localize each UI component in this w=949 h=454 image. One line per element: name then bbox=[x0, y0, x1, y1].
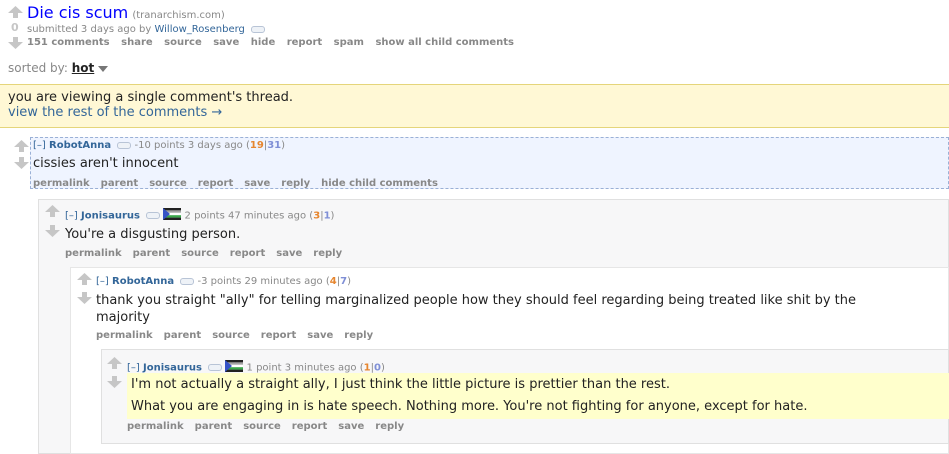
sort-label: sorted by: bbox=[8, 61, 68, 75]
comment-buttons: permalink parent source report save reply bbox=[96, 330, 384, 341]
comment-tagline: [–] RobotAnna -10 points 3 days ago (19|… bbox=[33, 140, 286, 151]
report-button[interactable]: report bbox=[292, 421, 327, 432]
comment-author-link[interactable]: RobotAnna bbox=[49, 140, 111, 151]
reply-button[interactable]: reply bbox=[281, 178, 310, 189]
comment-paragraph: I'm not actually a straight ally, I just… bbox=[131, 377, 670, 392]
report-button[interactable]: report bbox=[287, 37, 322, 48]
source-button[interactable]: source bbox=[181, 248, 219, 259]
downvote-count: 1 bbox=[323, 210, 331, 222]
report-button[interactable]: report bbox=[261, 330, 296, 341]
comment-buttons: permalink parent source report save reply hide… bbox=[33, 178, 449, 189]
downvote-count: 0 bbox=[373, 362, 381, 374]
reply-button[interactable]: reply bbox=[313, 248, 342, 259]
report-button[interactable]: report bbox=[230, 248, 265, 259]
post-title-link[interactable]: Die cis scum bbox=[27, 3, 128, 22]
post-buttons: 151 comments share source save hide repo… bbox=[27, 37, 522, 48]
sort-dropdown[interactable]: hot bbox=[72, 61, 95, 75]
comment-downvote-icon[interactable] bbox=[45, 225, 60, 241]
upvote-arrow-icon[interactable] bbox=[8, 6, 23, 20]
hide-button[interactable]: hide bbox=[251, 37, 276, 48]
comment-buttons: permalink parent source report save reply bbox=[127, 421, 415, 432]
post-domain[interactable]: (tranarchism.com) bbox=[132, 10, 224, 21]
comment-tagline: [–] RobotAnna -3 points 29 minutes ago (… bbox=[96, 276, 351, 287]
post-tagline-prefix: submitted 3 days ago by bbox=[27, 24, 152, 35]
comment-tagline: [–] Jonisaurus 2 points 47 minutes ago (… bbox=[65, 208, 334, 223]
comment-downvote-icon[interactable] bbox=[14, 157, 29, 173]
upvote-count: 4 bbox=[329, 276, 337, 287]
report-button[interactable]: report bbox=[198, 178, 233, 189]
message-icon[interactable] bbox=[251, 25, 266, 33]
downvote-count: 7 bbox=[340, 276, 348, 287]
comment-points: 1 point 3 minutes ago bbox=[246, 362, 357, 374]
comment-upvote-icon[interactable] bbox=[45, 205, 60, 221]
comment-body: You're a disgusting person. bbox=[65, 227, 241, 242]
reply-button[interactable]: reply bbox=[344, 330, 373, 341]
save-button[interactable]: save bbox=[244, 178, 270, 189]
comment-downvote-icon[interactable] bbox=[107, 376, 122, 392]
collapse-toggle[interactable]: [–] bbox=[96, 276, 109, 287]
comment-buttons: permalink parent source report save reply bbox=[65, 248, 353, 259]
message-icon[interactable] bbox=[146, 212, 161, 219]
view-rest-link[interactable]: view the rest of the comments → bbox=[8, 105, 941, 120]
hide-child-comments-button[interactable]: hide child comments bbox=[321, 178, 438, 189]
source-button[interactable]: source bbox=[212, 330, 250, 341]
comment-body: thank you straight "ally" for telling ma… bbox=[96, 293, 856, 325]
single-thread-banner: you are viewing a single comment's threa… bbox=[0, 84, 949, 128]
comment-author-link[interactable]: Jonisaurus bbox=[81, 211, 140, 222]
comment-paragraph: What you are engaging in is hate speech.… bbox=[131, 399, 808, 414]
message-icon[interactable] bbox=[117, 141, 132, 149]
post-score: 0 bbox=[11, 21, 19, 34]
post-author-link[interactable]: Willow_Rosenberg bbox=[154, 24, 244, 35]
permalink-button[interactable]: permalink bbox=[96, 330, 153, 341]
post-title-row: Die cis scum (tranarchism.com) bbox=[27, 3, 225, 22]
upvote-count: 3 bbox=[313, 210, 321, 222]
save-button[interactable]: save bbox=[338, 421, 364, 432]
show-all-child-comments-button[interactable]: show all child comments bbox=[375, 37, 514, 48]
permalink-button[interactable]: permalink bbox=[33, 178, 90, 189]
save-button[interactable]: save bbox=[213, 37, 239, 48]
comment-upvote-icon[interactable] bbox=[77, 273, 92, 289]
pride-flag-flair-icon bbox=[163, 208, 182, 223]
comment-author-link[interactable]: Jonisaurus bbox=[143, 363, 202, 374]
message-icon[interactable] bbox=[208, 364, 223, 371]
comment-points: -3 points 29 minutes ago bbox=[197, 276, 323, 287]
save-button[interactable]: save bbox=[276, 248, 302, 259]
parent-button[interactable]: parent bbox=[133, 248, 171, 259]
comment-upvote-icon[interactable] bbox=[107, 357, 122, 373]
comment-body: cissies aren't innocent bbox=[33, 156, 179, 171]
save-button[interactable]: save bbox=[307, 330, 333, 341]
comment-points: -10 points 3 days ago bbox=[134, 140, 243, 151]
comment-body-new: I'm not actually a straight ally, I just… bbox=[127, 373, 949, 419]
collapse-toggle[interactable]: [–] bbox=[33, 140, 46, 151]
source-button[interactable]: source bbox=[243, 421, 281, 432]
comment-upvote-icon[interactable] bbox=[14, 140, 29, 156]
share-button[interactable]: share bbox=[121, 37, 153, 48]
message-icon[interactable] bbox=[180, 277, 195, 285]
collapse-toggle[interactable]: [–] bbox=[65, 211, 78, 222]
upvote-count: 19 bbox=[249, 140, 264, 151]
comments-link[interactable]: 151 comments bbox=[27, 37, 110, 48]
collapse-toggle[interactable]: [–] bbox=[127, 363, 140, 374]
downvote-count: 31 bbox=[267, 140, 282, 151]
banner-message: you are viewing a single comment's threa… bbox=[8, 90, 294, 105]
spam-button[interactable]: spam bbox=[334, 37, 364, 48]
chevron-down-icon[interactable] bbox=[98, 62, 109, 76]
downvote-arrow-icon[interactable] bbox=[8, 37, 23, 51]
sort-menu: sorted by: hot bbox=[8, 61, 109, 76]
reply-button[interactable]: reply bbox=[375, 421, 404, 432]
comment-author-link[interactable]: RobotAnna bbox=[112, 276, 174, 287]
comment-downvote-icon[interactable] bbox=[77, 292, 92, 308]
source-button[interactable]: source bbox=[164, 37, 202, 48]
parent-button[interactable]: parent bbox=[101, 178, 139, 189]
post-tagline: submitted 3 days ago by Willow_Rosenberg bbox=[27, 24, 266, 35]
parent-button[interactable]: parent bbox=[195, 421, 233, 432]
permalink-button[interactable]: permalink bbox=[127, 421, 184, 432]
source-button[interactable]: source bbox=[149, 178, 187, 189]
comment-points: 2 points 47 minutes ago bbox=[184, 210, 307, 222]
parent-button[interactable]: parent bbox=[164, 330, 202, 341]
upvote-count: 1 bbox=[363, 362, 371, 374]
permalink-button[interactable]: permalink bbox=[65, 248, 122, 259]
